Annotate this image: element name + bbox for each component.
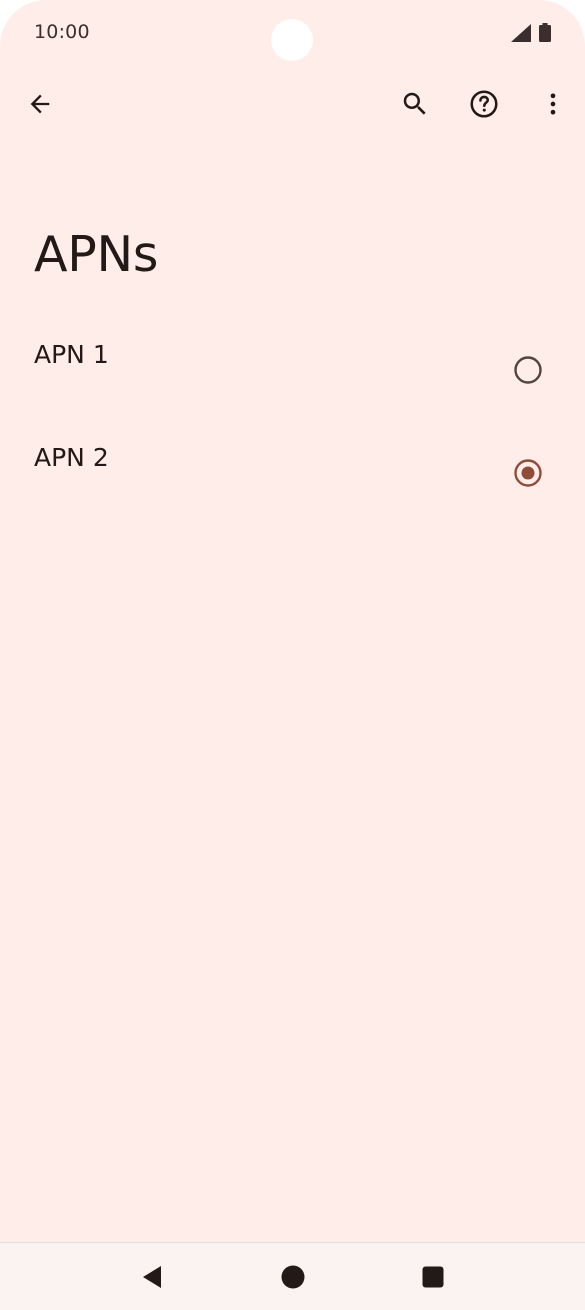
apn-item-label: APN 2: [34, 443, 109, 472]
status-time: 10:00: [34, 21, 90, 43]
battery-icon: [539, 23, 551, 42]
radio-selected-icon[interactable]: [513, 458, 543, 488]
more-options-button[interactable]: [529, 80, 577, 128]
apn-item-1[interactable]: APN 1: [0, 316, 585, 419]
phone-screen: 10:00 APNs APN 1 APN 2: [0, 0, 585, 1310]
back-button[interactable]: [16, 80, 64, 128]
help-button[interactable]: [460, 80, 508, 128]
more-vert-icon: [550, 93, 556, 115]
help-icon: [470, 90, 498, 118]
nav-recents-icon: [422, 1266, 444, 1288]
status-bar: 10:00: [0, 0, 585, 66]
signal-icon: [511, 24, 531, 42]
nav-home-button[interactable]: [273, 1257, 313, 1297]
apn-item-label: APN 1: [34, 340, 109, 369]
nav-back-icon: [143, 1266, 161, 1288]
search-button[interactable]: [391, 80, 439, 128]
nav-home-icon: [281, 1265, 305, 1289]
radio-unselected-icon[interactable]: [513, 355, 543, 385]
navigation-bar: [0, 1242, 585, 1310]
apn-item-2[interactable]: APN 2: [0, 419, 585, 522]
apn-list: APN 1 APN 2: [0, 316, 585, 522]
search-icon: [403, 92, 426, 115]
back-arrow-icon: [30, 94, 50, 114]
app-bar: [0, 74, 585, 134]
nav-back-button[interactable]: [133, 1257, 173, 1297]
nav-recents-button[interactable]: [413, 1257, 453, 1297]
camera-cutout: [271, 19, 313, 61]
page-title: APNs: [34, 226, 159, 283]
